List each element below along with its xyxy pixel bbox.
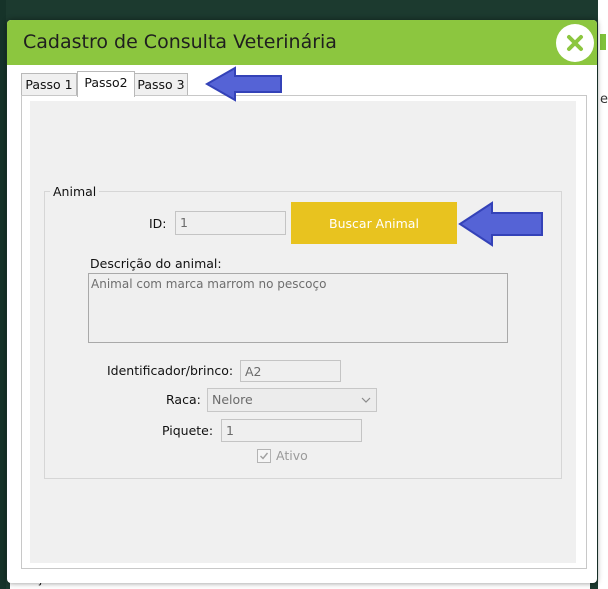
identifier-field[interactable]: A2	[240, 360, 341, 382]
description-field[interactable]: Animal com marca marrom no pescoço	[88, 273, 508, 343]
close-button[interactable]	[556, 24, 594, 62]
id-field[interactable]: 1	[175, 211, 286, 235]
consultation-dialog: Cadastro de Consulta Veterinária Passo 1…	[7, 20, 597, 583]
breed-label: Raca:	[166, 392, 201, 407]
group-title: Animal	[50, 184, 100, 199]
dialog-title: Cadastro de Consulta Veterinária	[23, 31, 337, 53]
id-label: ID:	[149, 216, 167, 231]
active-label: Ativo	[276, 448, 308, 463]
tab-passo-1[interactable]: Passo 1	[21, 73, 77, 96]
background-text: e	[600, 92, 608, 107]
description-label: Descrição do animal:	[90, 256, 222, 271]
breed-value: Nelore	[212, 392, 253, 407]
checkmark-icon	[260, 452, 269, 460]
tab-label: Passo2	[84, 75, 128, 90]
dialog-titlebar: Cadastro de Consulta Veterinária	[7, 20, 597, 65]
close-icon	[567, 35, 583, 51]
left-arrow-annotation-icon	[458, 201, 543, 247]
chevron-down-icon	[361, 397, 371, 403]
background-accent	[600, 34, 606, 50]
paddock-label: Piquete:	[162, 423, 214, 438]
tab-passo-3[interactable]: Passo 3	[134, 73, 188, 96]
left-arrow-annotation-icon	[205, 66, 282, 102]
tab-label: Passo 1	[25, 77, 73, 92]
background-edge	[0, 0, 6, 589]
breed-select[interactable]: Nelore	[207, 388, 377, 412]
background-right-strip: e	[598, 0, 608, 589]
active-checkbox-row[interactable]: Ativo	[257, 448, 308, 463]
search-animal-label: Buscar Animal	[329, 215, 419, 231]
paddock-field[interactable]: 1	[221, 419, 362, 442]
active-checkbox[interactable]	[257, 448, 271, 463]
search-animal-button[interactable]: Buscar Animal	[291, 202, 457, 244]
identifier-label: Identificador/brinco:	[107, 363, 234, 378]
tab-label: Passo 3	[137, 77, 185, 92]
tab-passo-2[interactable]: Passo2	[77, 71, 135, 97]
